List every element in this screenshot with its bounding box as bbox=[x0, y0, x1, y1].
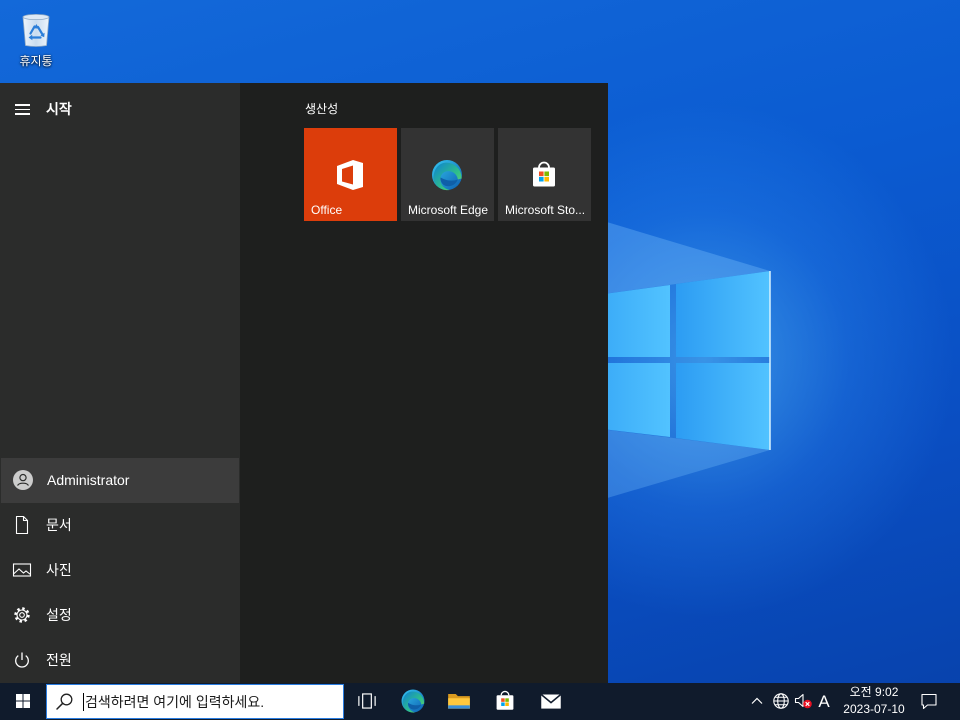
action-center-button[interactable] bbox=[912, 683, 946, 720]
start-menu-title: 시작 bbox=[46, 101, 72, 117]
tile-microsoft-edge[interactable]: Microsoft Edge bbox=[401, 128, 494, 221]
network-globe-icon bbox=[773, 693, 789, 709]
document-icon bbox=[15, 515, 29, 535]
desktop-icon-label: 휴지통 bbox=[19, 54, 53, 68]
store-icon bbox=[527, 158, 561, 192]
pictures-icon bbox=[12, 563, 32, 577]
show-hidden-icons-button[interactable] bbox=[747, 683, 767, 720]
desktop-icon-recycle-bin[interactable]: 휴지통 bbox=[8, 6, 64, 72]
taskbar-mail-button[interactable] bbox=[528, 683, 574, 720]
tile-group-label[interactable]: 생산성 bbox=[305, 101, 338, 117]
start-menu-left-pane: 시작 Administrator 문서 사진 설정 전원 bbox=[0, 83, 240, 683]
start-item-user[interactable]: Administrator bbox=[1, 458, 239, 503]
tile-office[interactable]: Office bbox=[304, 128, 397, 221]
file-explorer-icon bbox=[448, 693, 470, 709]
logo-pane bbox=[676, 363, 770, 450]
gear-icon bbox=[14, 607, 30, 623]
taskbar-file-explorer-button[interactable] bbox=[436, 683, 482, 720]
edge-icon bbox=[400, 688, 426, 714]
start-item-power[interactable]: 전원 bbox=[0, 638, 240, 683]
store-icon bbox=[492, 688, 518, 714]
taskbar: A 오전 9:02 2023-07-10 bbox=[0, 683, 960, 720]
start-item-settings[interactable]: 설정 bbox=[0, 593, 240, 638]
office-icon bbox=[333, 158, 367, 192]
text-caret bbox=[83, 693, 84, 711]
start-item-pictures[interactable]: 사진 bbox=[0, 548, 240, 593]
clock-time: 오전 9:02 bbox=[849, 685, 899, 699]
recycle-bin-icon bbox=[22, 14, 50, 47]
chevron-up-icon bbox=[751, 697, 763, 704]
search-icon bbox=[56, 693, 73, 710]
windows-logo-icon bbox=[16, 694, 30, 708]
network-button[interactable] bbox=[771, 683, 791, 720]
tile-label: Microsoft Sto... bbox=[505, 203, 586, 217]
clock-date: 2023-07-10 bbox=[843, 702, 905, 716]
taskbar-edge-button[interactable] bbox=[390, 683, 436, 720]
start-menu: 시작 Administrator 문서 사진 설정 전원 생산성 Office … bbox=[0, 83, 608, 683]
taskbar-store-button[interactable] bbox=[482, 683, 528, 720]
start-menu-tiles-pane: 생산성 Office Microsoft Edge Microsoft Sto.… bbox=[240, 83, 608, 683]
start-button[interactable] bbox=[0, 683, 46, 720]
logo-pane bbox=[676, 271, 770, 357]
start-item-label: 문서 bbox=[46, 517, 72, 533]
tile-label: Office bbox=[311, 203, 343, 217]
start-item-documents[interactable]: 문서 bbox=[0, 503, 240, 548]
user-avatar-icon bbox=[13, 470, 33, 490]
power-icon bbox=[15, 652, 29, 668]
search-box[interactable] bbox=[46, 684, 344, 719]
action-center-icon bbox=[921, 693, 937, 710]
mail-icon bbox=[540, 693, 562, 709]
task-view-icon bbox=[358, 693, 376, 709]
volume-muted-icon bbox=[794, 693, 812, 709]
taskbar-task-view-button[interactable] bbox=[344, 683, 390, 720]
start-item-label: 설정 bbox=[46, 607, 72, 623]
volume-button[interactable] bbox=[793, 683, 813, 720]
edge-icon bbox=[430, 158, 464, 192]
start-item-label: Administrator bbox=[47, 472, 130, 488]
tile-microsoft-store[interactable]: Microsoft Sto... bbox=[498, 128, 591, 221]
search-input[interactable] bbox=[85, 685, 339, 718]
start-item-label: 사진 bbox=[46, 562, 72, 578]
input-method-indicator[interactable]: A bbox=[814, 683, 834, 720]
clock[interactable]: 오전 9:02 2023-07-10 bbox=[838, 683, 910, 720]
hamburger-menu-icon[interactable] bbox=[14, 102, 32, 116]
start-item-label: 전원 bbox=[46, 652, 72, 668]
tile-label: Microsoft Edge bbox=[408, 203, 489, 217]
